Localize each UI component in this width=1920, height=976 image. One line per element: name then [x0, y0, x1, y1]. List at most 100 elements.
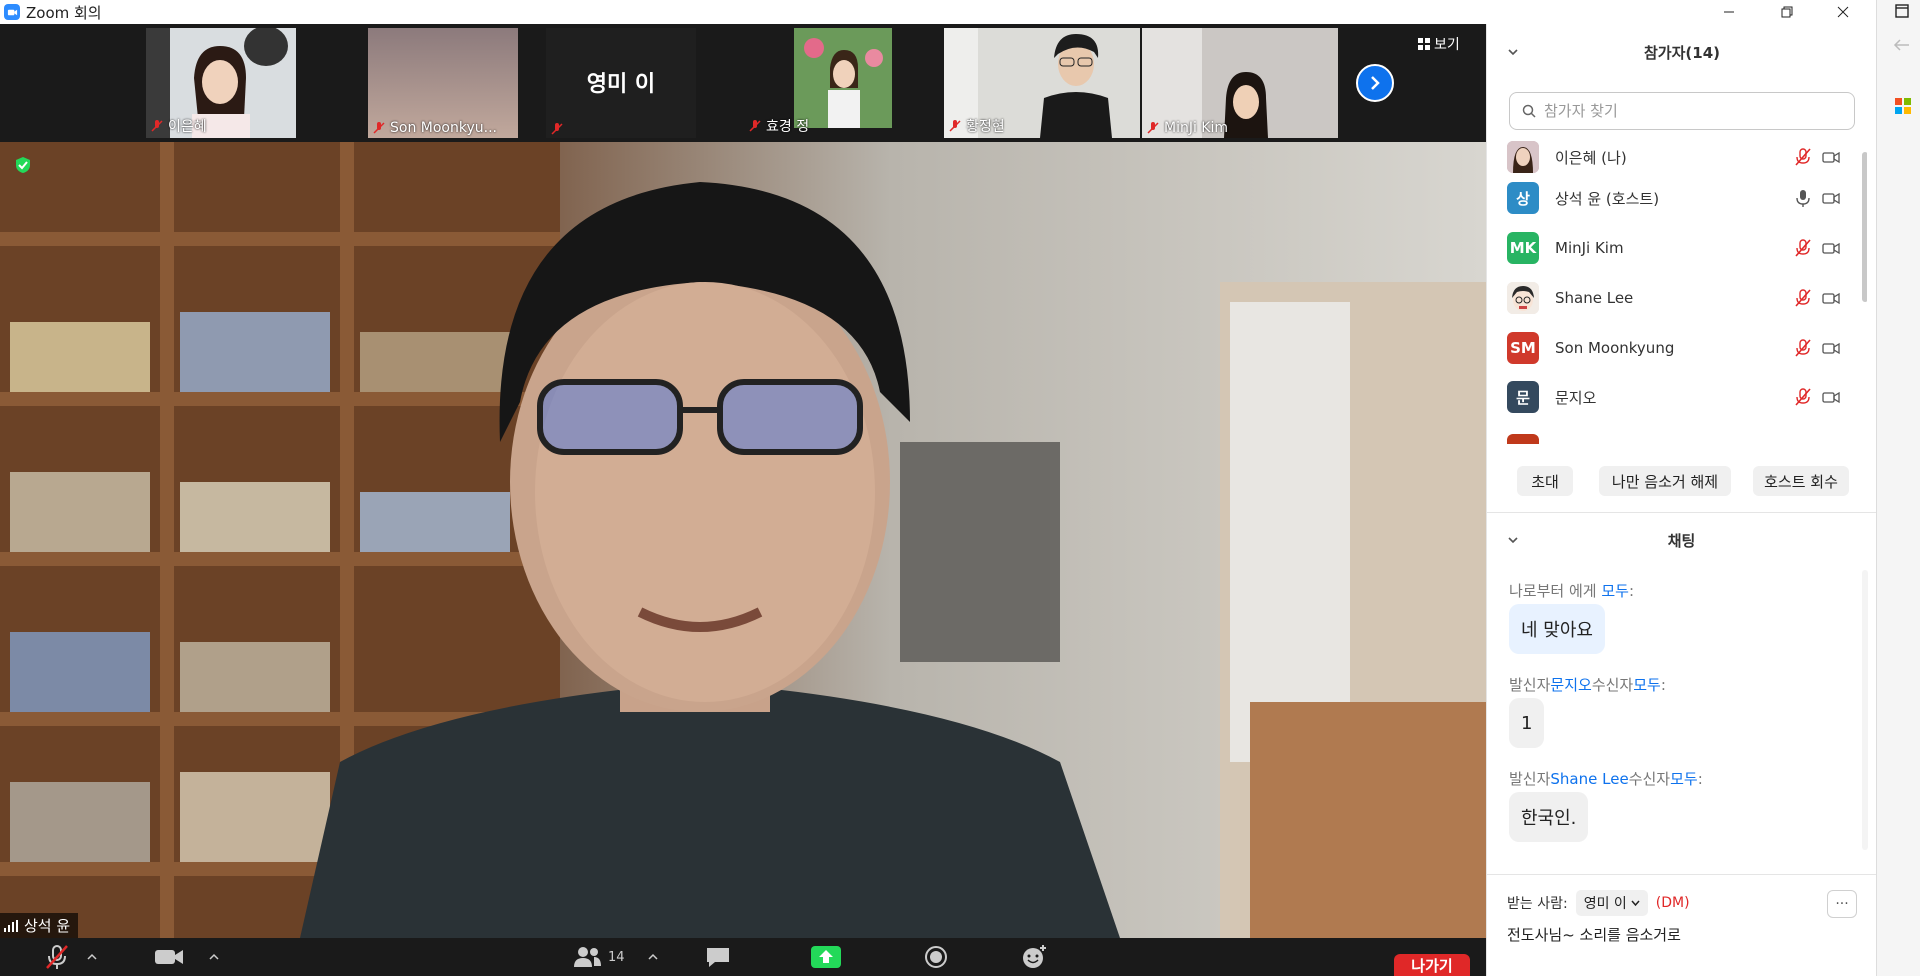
- close-button[interactable]: [1820, 0, 1866, 24]
- avatar-photo: [1507, 141, 1539, 173]
- unmute-me-button[interactable]: 나만 음소거 해제: [1599, 466, 1731, 496]
- thumbnail-video[interactable]: Son Moonkyu...: [368, 28, 518, 138]
- participant-row[interactable]: 문 문지오: [1507, 378, 1847, 416]
- invite-button[interactable]: 초대: [1517, 466, 1573, 496]
- participant-row[interactable]: MK MinJi Kim: [1507, 229, 1847, 267]
- encryption-shield-icon[interactable]: [14, 156, 32, 174]
- thumbnail-name: 이은혜: [168, 119, 207, 135]
- chat-message-bubble: 한국인.: [1509, 792, 1589, 842]
- mic-muted-icon[interactable]: [1793, 147, 1813, 167]
- mic-on-icon[interactable]: [1793, 188, 1813, 208]
- video-off-icon[interactable]: [1821, 387, 1841, 407]
- video-options-button[interactable]: [206, 942, 222, 972]
- thumbnail-name-only[interactable]: 영미 이: [546, 28, 696, 138]
- participant-search-input[interactable]: [1544, 102, 1824, 120]
- participant-search[interactable]: [1509, 92, 1855, 130]
- zoom-window: Zoom 회의 이은혜 Son Moonkyu... 영미 이 효경 정 황정현…: [0, 0, 1920, 976]
- audio-options-button[interactable]: [84, 942, 100, 972]
- chevron-up-icon: [209, 953, 219, 960]
- thumbnail-name: MinJi Kim: [1164, 120, 1229, 136]
- record-icon: [925, 946, 947, 968]
- chat-bubble-icon: [707, 948, 729, 967]
- participant-name: Son Moonkyung: [1555, 339, 1675, 357]
- video-camera-icon: [155, 950, 183, 964]
- participant-name: 이은혜 (나): [1555, 148, 1627, 167]
- speaker-video-frame: [0, 142, 1486, 938]
- participant-row-partial[interactable]: [1507, 431, 1847, 444]
- video-off-icon[interactable]: [1821, 147, 1841, 167]
- mic-muted-icon: [949, 120, 961, 132]
- mic-muted-icon[interactable]: [1793, 288, 1813, 308]
- participant-name: 문지오: [1555, 388, 1597, 407]
- reactions-button[interactable]: [1020, 942, 1048, 972]
- speaker-name: 상석 윤: [24, 917, 71, 935]
- chat-message-meta: 발신자문지오수신자모두:: [1509, 676, 1666, 694]
- mic-muted-icon: [1147, 122, 1159, 134]
- signal-bars-icon: [4, 919, 18, 932]
- share-screen-icon: [811, 946, 841, 968]
- mic-muted-icon[interactable]: [1793, 338, 1813, 358]
- participant-name: Shane Lee: [1555, 289, 1634, 307]
- video-off-icon[interactable]: [1821, 338, 1841, 358]
- participant-list-scrollbar[interactable]: [1862, 152, 1867, 302]
- chevron-down-icon: [1631, 900, 1640, 906]
- restore-button[interactable]: [1764, 0, 1810, 24]
- panel-divider: [1487, 512, 1877, 513]
- video-button[interactable]: [152, 942, 186, 972]
- participants-button[interactable]: 14: [572, 942, 632, 972]
- thumbnail-video[interactable]: 황정현: [944, 28, 1140, 138]
- avatar: SM: [1507, 332, 1539, 364]
- chevron-right-icon: [1371, 76, 1380, 90]
- chat-scrollbar[interactable]: [1862, 570, 1868, 850]
- participant-row[interactable]: SM Son Moonkyung: [1507, 329, 1847, 367]
- record-button[interactable]: [922, 942, 950, 972]
- back-arrow-icon[interactable]: [1893, 38, 1911, 52]
- minimize-button[interactable]: [1706, 0, 1752, 24]
- chat-button[interactable]: [703, 942, 733, 972]
- zoom-app-icon: [4, 4, 20, 20]
- mic-muted-icon: [749, 120, 761, 132]
- video-off-icon[interactable]: [1821, 288, 1841, 308]
- thumbnail-video[interactable]: 이은혜: [146, 28, 296, 138]
- thumbnail-video[interactable]: 효경 정: [744, 28, 894, 138]
- chat-message-meta: 나로부터 에게 모두:: [1509, 582, 1635, 600]
- video-off-icon[interactable]: [1821, 238, 1841, 258]
- mute-button[interactable]: [40, 942, 74, 972]
- reclaim-host-button[interactable]: 호스트 회수: [1753, 466, 1849, 496]
- thumbnail-video[interactable]: MinJi Kim: [1142, 28, 1338, 138]
- chat-message-bubble: 네 맞아요: [1509, 604, 1605, 654]
- video-off-icon[interactable]: [1821, 188, 1841, 208]
- minimize-icon: [1724, 11, 1734, 13]
- grid-icon: [1418, 38, 1430, 50]
- emoji-reaction-icon: [1023, 945, 1046, 968]
- leave-meeting-button[interactable]: 나가기: [1394, 954, 1470, 976]
- recipient-select[interactable]: 영미 이: [1575, 890, 1648, 916]
- chat-title: 채팅: [1667, 532, 1696, 550]
- window-title: Zoom 회의: [26, 3, 102, 22]
- mic-muted-icon[interactable]: [1793, 387, 1813, 407]
- chat-input[interactable]: 전도사님~ 소리를 음소거로: [1507, 924, 1681, 945]
- search-icon: [1522, 104, 1536, 118]
- video-area: 이은혜 Son Moonkyu... 영미 이 효경 정 황정현 MinJi K…: [0, 24, 1486, 938]
- mic-muted-icon[interactable]: [1793, 238, 1813, 258]
- participant-row[interactable]: 이은혜 (나): [1507, 138, 1847, 176]
- recipient-label: 받는 사람:: [1507, 896, 1568, 912]
- chat-message-meta: 발신자Shane Lee수신자모두:: [1509, 770, 1703, 788]
- chat-messages: 나로부터 에게 모두: 네 맞아요 발신자문지오수신자모두: 1 발신자Shan…: [1487, 570, 1868, 864]
- avatar: 문: [1507, 381, 1539, 413]
- participant-row[interactable]: 상 상석 윤 (호스트): [1507, 179, 1847, 217]
- mic-muted-icon: [551, 123, 563, 135]
- dm-tag: (DM): [1655, 895, 1690, 911]
- share-screen-button[interactable]: [810, 942, 842, 972]
- avatar-cartoon: [1507, 282, 1539, 314]
- chat-more-button[interactable]: ···: [1827, 890, 1857, 918]
- view-button[interactable]: 보기: [1418, 34, 1460, 54]
- windows-logo-icon: [1895, 98, 1911, 114]
- side-panel: 참가자(14) 이은혜 (나) 상 상석 윤 (호스트): [1486, 24, 1877, 976]
- meeting-toolbar: 14: [0, 938, 1486, 976]
- avatar: 상: [1507, 182, 1539, 214]
- participant-row[interactable]: Shane Lee: [1507, 279, 1847, 317]
- participants-options-button[interactable]: [645, 942, 661, 972]
- next-page-button[interactable]: [1356, 64, 1394, 102]
- participant-count: 14: [608, 949, 625, 965]
